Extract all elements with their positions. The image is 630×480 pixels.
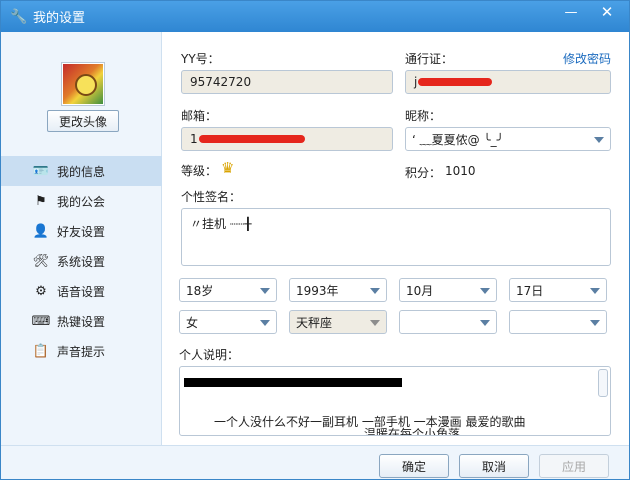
- chevron-down-icon: [370, 319, 380, 327]
- main-panel: YY号： 95742720 通行证： 修改密码 j 邮箱： 1 昵称： ʻ ﹏夏…: [163, 32, 629, 445]
- sidebar-item-hotkey-settings[interactable]: ⌨ 热键设置: [1, 306, 162, 336]
- yy-label: YY号：: [181, 52, 220, 66]
- description-line-2: 温暖在每个小角落: [364, 427, 461, 435]
- avatar[interactable]: [61, 62, 105, 106]
- description-redaction: [184, 378, 402, 387]
- sidebar-item-friend-settings[interactable]: 👤 好友设置: [1, 216, 162, 246]
- window-title: 我的设置: [33, 11, 86, 26]
- zodiac-dropdown: 天秤座: [289, 310, 387, 334]
- cancel-button[interactable]: 取消: [459, 454, 529, 478]
- change-avatar-button[interactable]: 更改头像: [47, 110, 119, 132]
- yy-number-field: 95742720: [181, 70, 393, 94]
- flag-icon: ⚑: [35, 193, 47, 209]
- sidebar-item-label: 声音提示: [57, 344, 106, 359]
- description-scrollbar[interactable]: [598, 369, 608, 397]
- birth-day-value: 17日: [516, 283, 544, 298]
- birth-month-value: 10月: [406, 283, 434, 298]
- tools-icon: 🛠: [32, 253, 50, 269]
- change-password-link[interactable]: 修改密码: [563, 50, 611, 67]
- signature-input[interactable]: 〃挂机 ┈┈╂: [181, 208, 611, 266]
- user-icon: 👤: [32, 223, 50, 239]
- minimize-button[interactable]: —: [557, 1, 585, 23]
- wrench-icon: 🔧: [10, 8, 28, 25]
- zodiac-value: 天秤座: [296, 315, 333, 330]
- level-label: 等级：: [181, 164, 218, 178]
- birth-year-value: 1993年: [296, 283, 339, 298]
- points-label: 积分：: [405, 166, 442, 180]
- description-label: 个人说明：: [179, 348, 240, 362]
- sidebar-item-voice-settings[interactable]: ⚙ 语音设置: [1, 276, 162, 306]
- title-bar: 🔧 我的设置 — ✕: [1, 1, 629, 32]
- sound-prompt-icon: 📋: [32, 343, 50, 359]
- footer-bar: 确定 取消 应用: [1, 445, 629, 479]
- close-button[interactable]: ✕: [593, 1, 621, 23]
- chevron-down-icon: [594, 136, 604, 144]
- sidebar-item-system-settings[interactable]: 🛠 系统设置: [1, 246, 162, 276]
- chevron-down-icon: [590, 319, 600, 327]
- age-value: 18岁: [186, 283, 214, 298]
- chevron-down-icon: [480, 319, 490, 327]
- chevron-down-icon: [260, 319, 270, 327]
- id-card-icon: 🪪: [32, 163, 50, 179]
- apply-button: 应用: [539, 454, 609, 478]
- email-label: 邮箱：: [181, 109, 218, 123]
- email-field: 1: [181, 127, 393, 151]
- hotkey-icon: ⌨: [31, 313, 51, 329]
- gender-value: 女: [186, 315, 199, 330]
- points-value: 1010: [445, 164, 476, 178]
- chevron-down-icon: [370, 287, 380, 295]
- sidebar-item-label: 我的信息: [57, 164, 106, 179]
- sidebar-item-label: 热键设置: [57, 314, 106, 329]
- age-dropdown[interactable]: 18岁: [179, 278, 277, 302]
- passport-redaction: [418, 78, 493, 86]
- passport-label: 通行证：: [405, 52, 454, 66]
- nickname-label: 昵称：: [405, 109, 442, 123]
- signature-value: 〃挂机 ┈┈╂: [190, 217, 252, 231]
- passport-field: j: [405, 70, 611, 94]
- chevron-down-icon: [480, 287, 490, 295]
- signature-label: 个性签名：: [181, 190, 242, 204]
- avatar-image: [63, 64, 103, 104]
- voice-gear-icon: ⚙: [35, 283, 47, 299]
- sidebar-item-label: 好友设置: [57, 224, 106, 239]
- sidebar-item-sound-prompt[interactable]: 📋 声音提示: [1, 336, 162, 366]
- passport-prefix: j: [414, 75, 418, 89]
- birth-year-dropdown[interactable]: 1993年: [289, 278, 387, 302]
- sidebar-item-label: 我的公会: [57, 194, 106, 209]
- ok-button[interactable]: 确定: [379, 454, 449, 478]
- chevron-down-icon: [590, 287, 600, 295]
- sidebar-item-label: 系统设置: [57, 254, 106, 269]
- email-prefix: 1: [190, 132, 198, 146]
- nickname-dropdown[interactable]: ʻ ﹏夏夏侬@ ╰_╯: [405, 127, 611, 151]
- sidebar-item-label: 语音设置: [57, 284, 106, 299]
- province-dropdown[interactable]: [399, 310, 497, 334]
- sidebar-item-my-info[interactable]: 🪪 我的信息: [1, 156, 162, 186]
- city-dropdown[interactable]: [509, 310, 607, 334]
- nickname-value: ʻ ﹏夏夏侬@ ╰_╯: [412, 132, 504, 147]
- birth-month-dropdown[interactable]: 10月: [399, 278, 497, 302]
- yy-number-value: 95742720: [190, 75, 252, 89]
- birth-day-dropdown[interactable]: 17日: [509, 278, 607, 302]
- sidebar: 更改头像 🪪 我的信息 ⚑ 我的公会 👤 好友设置 🛠 系统设置 ⚙ 语音设置: [1, 32, 162, 445]
- crown-icon: ♛: [221, 159, 235, 177]
- email-redaction: [198, 135, 305, 143]
- sidebar-nav: 🪪 我的信息 ⚑ 我的公会 👤 好友设置 🛠 系统设置 ⚙ 语音设置 ⌨ 热键设…: [1, 156, 162, 366]
- gender-dropdown[interactable]: 女: [179, 310, 277, 334]
- chevron-down-icon: [260, 287, 270, 295]
- settings-window: 🔧 我的设置 — ✕ 更改头像 🪪 我的信息 ⚑ 我的公会 👤 好友设置 🛠 系…: [0, 0, 630, 480]
- description-input[interactable]: 一个人没什么不好一副耳机 一部手机 一本漫画 最爱的歌曲 温暖在每个小角落: [179, 366, 611, 436]
- sidebar-item-my-guild[interactable]: ⚑ 我的公会: [1, 186, 162, 216]
